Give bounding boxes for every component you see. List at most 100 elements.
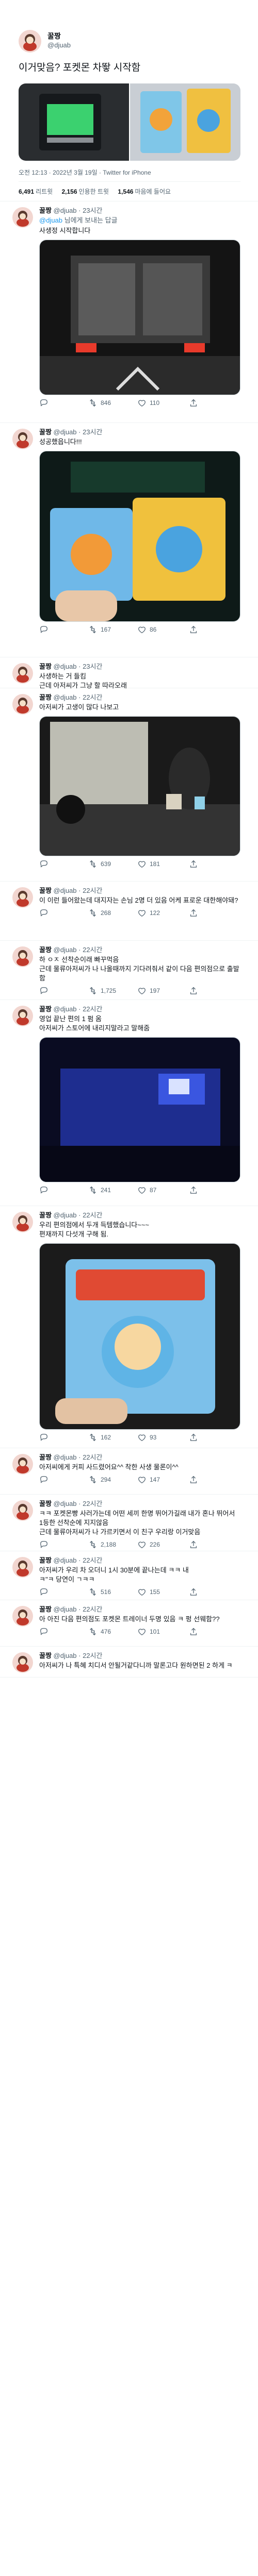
avatar[interactable] (12, 694, 33, 715)
reply-tweet[interactable]: 꿀짱 @djuab · 23시간 사생하는 거 들킴 근데 아저씨가 그냥 할 따… (0, 657, 258, 689)
tweet-media[interactable] (39, 240, 240, 395)
display-name[interactable]: 꿀짱 (39, 428, 52, 436)
user-handle[interactable]: @djuab (47, 41, 71, 49)
display-name[interactable]: 꿀짱 (39, 1556, 52, 1564)
retweet-button[interactable]: 162 (88, 1433, 111, 1442)
like-button[interactable]: 226 (137, 1540, 160, 1549)
reply-button[interactable] (39, 1185, 49, 1195)
reply-tweet[interactable]: 꿀짱 @djuab · 23시간 성공했읍니다!!! 167 86 (0, 422, 258, 657)
timestamp[interactable]: · 22시간 (78, 1556, 102, 1564)
reply-tweet[interactable]: 꿀짱 @djuab · 22시간 아 아진 다음 편의점도 포켓몬 트레이너 두명… (0, 1600, 258, 1647)
timestamp[interactable]: · 22시간 (78, 1500, 102, 1507)
avatar[interactable] (12, 663, 33, 684)
reply-tweet[interactable]: 꿀짱 @djuab · 22시간 우리 편의점에서 두개 득템했습니다~~~ 편재… (0, 1206, 258, 1448)
timestamp[interactable]: · 22시간 (78, 1005, 102, 1013)
user-handle[interactable]: @djuab (52, 887, 78, 894)
tweet-photo[interactable] (40, 240, 240, 395)
display-name[interactable]: 꿀짱 (39, 663, 52, 670)
share-button[interactable] (189, 1627, 198, 1636)
reply-button[interactable] (39, 1587, 49, 1597)
tweet-media[interactable] (39, 1037, 240, 1182)
like-button[interactable]: 86 (137, 625, 156, 634)
share-button[interactable] (189, 398, 198, 408)
share-button[interactable] (189, 859, 198, 869)
display-name[interactable]: 꿀짱 (39, 1500, 52, 1507)
reply-tweet[interactable]: 꿀짱 @djuab · 22시간 영업 끝난 편의 1 펌 옴 아저씨가 스토어에… (0, 999, 258, 1206)
user-handle[interactable]: @djuab (52, 1605, 78, 1613)
avatar[interactable] (12, 946, 33, 967)
reply-button[interactable] (39, 1433, 49, 1442)
tweet-media[interactable] (39, 716, 240, 856)
user-handle[interactable]: @djuab (52, 1556, 78, 1564)
timestamp[interactable]: · 22시간 (78, 693, 102, 701)
share-button[interactable] (189, 1185, 198, 1195)
display-name[interactable]: 꿀짱 (39, 1605, 52, 1613)
display-name[interactable]: 꿀짱 (39, 946, 52, 954)
avatar[interactable] (12, 1606, 33, 1626)
reply-tweet[interactable]: 꿀짱 @djuab · 22시간 아저씨가 우리 차 오더니 1시 30분에 끝나… (0, 1551, 258, 1600)
reply-tweet[interactable]: 꿀짱 @djuab · 23시간 @djuab 님에게 보내는 답글 사생정 시작합… (0, 201, 258, 423)
timestamp[interactable]: · 23시간 (78, 663, 102, 670)
retweet-button[interactable]: 846 (88, 398, 111, 408)
mention-link[interactable]: @djuab (39, 216, 62, 224)
reply-button[interactable] (39, 986, 49, 995)
share-button[interactable] (189, 1540, 198, 1549)
share-button[interactable] (189, 625, 198, 634)
author-block[interactable]: 꿀짱 @djuab (47, 31, 71, 49)
like-button[interactable]: 197 (137, 986, 160, 995)
share-button[interactable] (189, 1587, 198, 1597)
user-handle[interactable]: @djuab (52, 1652, 78, 1659)
share-button[interactable] (189, 986, 198, 995)
timestamp[interactable]: · 23시간 (78, 428, 102, 436)
tweet-photo[interactable] (40, 1038, 240, 1182)
tweet-media[interactable] (39, 1243, 240, 1430)
stat-retweets[interactable]: 6,491 리트윗 (19, 188, 53, 195)
reply-button[interactable] (39, 1627, 49, 1636)
share-button[interactable] (189, 908, 198, 918)
retweet-button[interactable]: 167 (88, 625, 111, 634)
retweet-button[interactable]: 639 (88, 859, 111, 869)
timestamp[interactable]: · 22시간 (78, 1605, 102, 1613)
like-button[interactable]: 147 (137, 1475, 160, 1484)
reply-tweet[interactable]: 꿀짱 @djuab · 22시간 아저씨가 나 특혜 치디서 안될거같다니까 말론… (0, 1646, 258, 1677)
display-name[interactable]: 꿀짱 (47, 31, 71, 41)
timestamp[interactable]: · 22시간 (78, 946, 102, 954)
timestamp[interactable]: · 22시간 (78, 887, 102, 894)
user-handle[interactable]: @djuab (52, 1453, 78, 1461)
reply-button[interactable] (39, 1540, 49, 1549)
display-name[interactable]: 꿀짱 (39, 1211, 52, 1219)
timestamp[interactable]: · 22시간 (78, 1652, 102, 1659)
retweet-button[interactable]: 2,188 (88, 1540, 116, 1549)
display-name[interactable]: 꿀짱 (39, 1005, 52, 1013)
like-button[interactable]: 181 (137, 859, 160, 869)
retweet-button[interactable]: 476 (88, 1627, 111, 1636)
timestamp[interactable]: · 23시간 (78, 207, 102, 214)
avatar[interactable] (12, 887, 33, 908)
avatar[interactable] (12, 1212, 33, 1232)
stat-quotes[interactable]: 2,156 인용한 트윗 (62, 188, 109, 195)
stat-likes[interactable]: 1,546 마음에 들어요 (118, 188, 171, 195)
reply-button[interactable] (39, 1475, 49, 1484)
like-button[interactable]: 93 (137, 1433, 156, 1442)
user-handle[interactable]: @djuab (52, 663, 78, 670)
tweet-photo[interactable] (40, 451, 240, 621)
user-handle[interactable]: @djuab (52, 1005, 78, 1013)
avatar[interactable] (12, 1557, 33, 1578)
avatar[interactable] (19, 30, 41, 53)
reply-button[interactable] (39, 625, 49, 634)
avatar[interactable] (12, 429, 33, 449)
reply-button[interactable] (39, 908, 49, 918)
like-button[interactable]: 155 (137, 1587, 160, 1597)
like-button[interactable]: 87 (137, 1185, 156, 1195)
reply-tweet[interactable]: 꿀짱 @djuab · 22시간 이 이런 들어왔는데 대지자는 손님 2명 더 … (0, 881, 258, 941)
user-handle[interactable]: @djuab (52, 693, 78, 701)
user-handle[interactable]: @djuab (52, 1500, 78, 1507)
user-handle[interactable]: @djuab (52, 428, 78, 436)
avatar[interactable] (12, 1454, 33, 1475)
photo-bread-packs[interactable] (130, 83, 240, 161)
display-name[interactable]: 꿀짱 (39, 1453, 52, 1461)
retweet-button[interactable]: 268 (88, 908, 111, 918)
display-name[interactable]: 꿀짱 (39, 1652, 52, 1659)
reply-tweet[interactable]: 꿀짱 @djuab · 22시간 하 ㅇㅈ 선착순이래 빠꾸먹음 근데 물류아저씨… (0, 940, 258, 1000)
user-handle[interactable]: @djuab (52, 946, 78, 954)
